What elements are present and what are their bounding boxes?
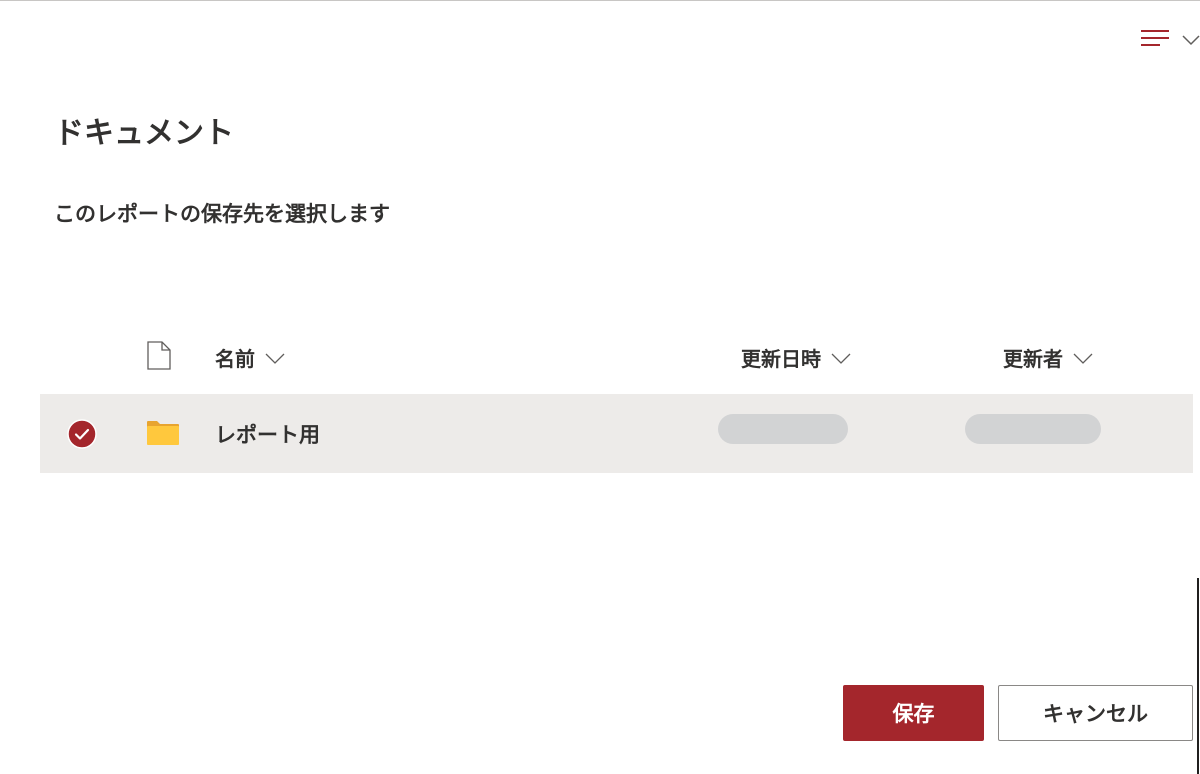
modified-placeholder bbox=[718, 414, 848, 444]
chevron-down-icon bbox=[1182, 31, 1200, 50]
top-divider bbox=[0, 0, 1200, 1]
column-header-modified-label: 更新日時 bbox=[741, 347, 821, 371]
selected-checkmark-icon[interactable] bbox=[67, 419, 97, 453]
document-icon[interactable] bbox=[147, 341, 171, 374]
chevron-down-icon bbox=[265, 353, 285, 364]
window-edge bbox=[1197, 578, 1199, 774]
column-header-name-label: 名前 bbox=[215, 347, 255, 371]
page-title: ドキュメント bbox=[54, 116, 234, 151]
cancel-button[interactable]: キャンセル bbox=[998, 685, 1193, 741]
folder-icon bbox=[146, 420, 180, 450]
column-header-modified[interactable]: 更新日時 bbox=[741, 343, 851, 372]
chevron-down-icon bbox=[831, 353, 851, 364]
list-item-name[interactable]: レポート用 bbox=[215, 419, 320, 449]
column-header-modified-by[interactable]: 更新者 bbox=[1003, 343, 1093, 372]
column-header-name[interactable]: 名前 bbox=[215, 343, 285, 372]
column-header-modified-by-label: 更新者 bbox=[1003, 347, 1063, 371]
list-item[interactable]: レポート用 bbox=[40, 394, 1193, 473]
list-lines-icon bbox=[1140, 28, 1170, 52]
save-button[interactable]: 保存 bbox=[843, 685, 984, 741]
modified-by-placeholder bbox=[965, 414, 1101, 444]
chevron-down-icon bbox=[1073, 353, 1093, 364]
view-switcher-button[interactable] bbox=[1132, 22, 1200, 54]
list-header: 名前 更新日時 更新者 bbox=[40, 330, 1193, 382]
page-subtitle: このレポートの保存先を選択します bbox=[54, 202, 390, 226]
